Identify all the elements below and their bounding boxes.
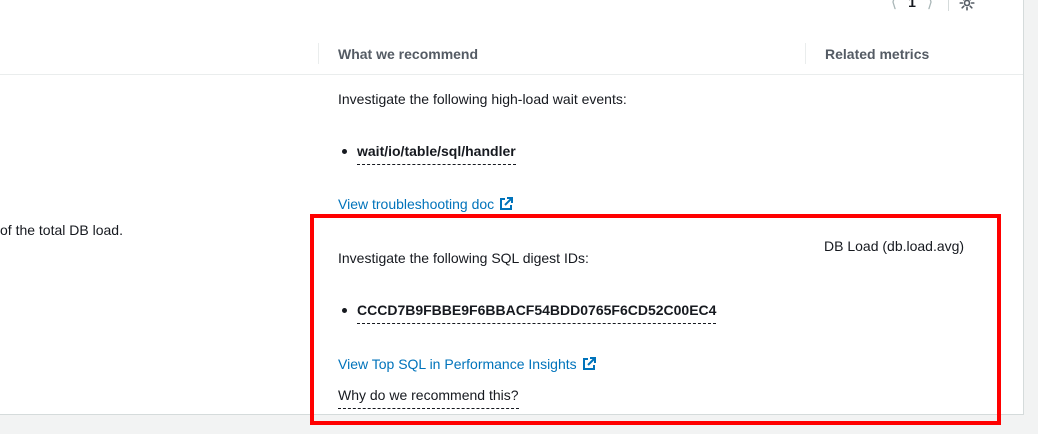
gear-icon[interactable] [959,0,975,11]
wait-events-intro: Investigate the following high-load wait… [338,91,627,107]
column-header-recommend[interactable]: What we recommend [338,46,478,62]
page-number[interactable]: 1 [902,0,922,10]
chevron-left-icon[interactable]: ⟨ [886,0,902,12]
highlight-box [310,214,1001,425]
view-troubleshooting-doc-link[interactable]: View troubleshooting doc [338,196,514,212]
chevron-right-icon[interactable]: ⟩ [922,0,938,12]
wait-event-name[interactable]: wait/io/table/sql/handler [357,143,516,165]
column-divider [805,43,806,64]
pagination: ⟨ 1 ⟩ [886,0,975,12]
finding-text: of the total DB load. [0,222,123,238]
column-divider [318,43,319,64]
bullet-icon [342,148,347,154]
column-header-metrics[interactable]: Related metrics [825,46,929,62]
external-link-icon [500,197,514,210]
divider [948,0,949,11]
list-item: wait/io/table/sql/handler [342,143,516,165]
table-header: What we recommend Related metrics [0,34,1023,75]
link-label[interactable]: View troubleshooting doc [338,196,494,212]
